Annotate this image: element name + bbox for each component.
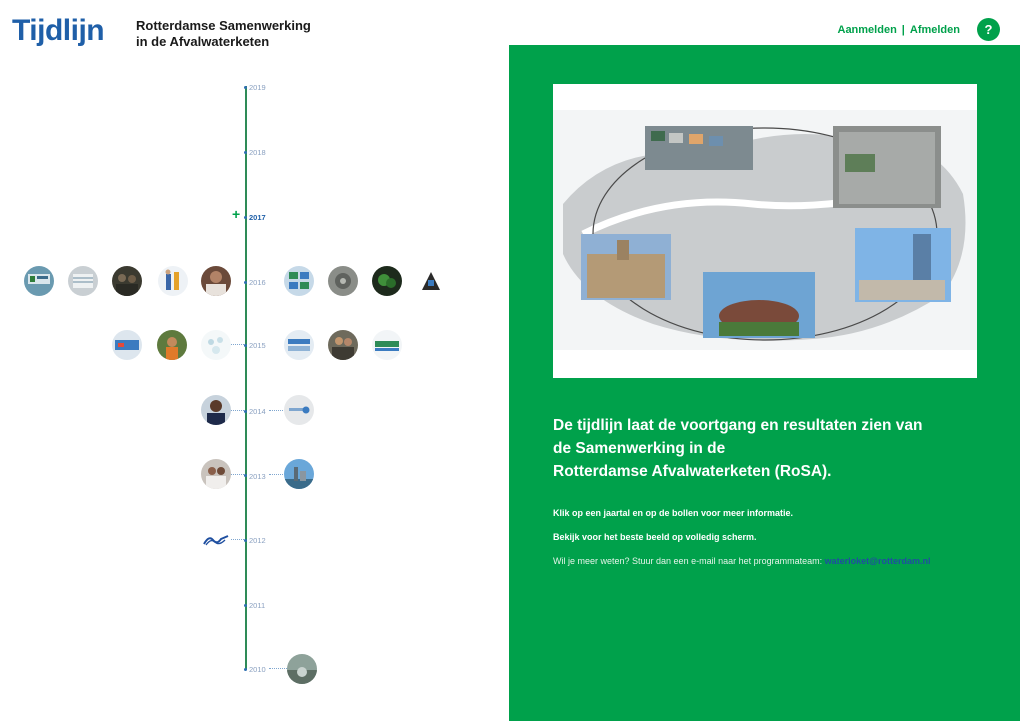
panel-heading-line2: de Samenwerking in de (553, 440, 726, 457)
connector-line (269, 668, 287, 669)
year-dot (244, 474, 247, 477)
logo-subtitle-line1: Rotterdamse Samenwerking (136, 18, 311, 33)
contact-label: Wil je meer weten? Stuur dan een e-mail … (553, 556, 823, 566)
year-2015[interactable]: 2015 (249, 341, 266, 350)
timeline-bubble[interactable] (112, 330, 142, 360)
timeline-bubble[interactable] (284, 266, 314, 296)
timeline-axis (245, 86, 247, 670)
timeline-bubble[interactable] (328, 330, 358, 360)
year-2010[interactable]: 2010 (249, 665, 266, 674)
panel-heading-line3: Rotterdamse Afvalwaterketen (RoSA). (553, 463, 832, 480)
rosa-logo-icon[interactable] (203, 533, 229, 546)
year-dot (244, 539, 247, 542)
connector-line (231, 410, 244, 411)
year-2011[interactable]: 2011 (249, 601, 265, 610)
connector-line (269, 474, 283, 475)
timeline-bubble[interactable] (201, 459, 231, 489)
connector-line (231, 474, 244, 475)
year-2016[interactable]: 2016 (249, 278, 266, 287)
login-link[interactable]: Aanmelden (838, 24, 897, 36)
timeline-bubble[interactable] (372, 266, 402, 296)
app-root: Tijdlijn Rotterdamse Samenwerking in de … (0, 0, 1020, 721)
timeline-bubble[interactable] (112, 266, 142, 296)
year-2019[interactable]: 2019 (249, 83, 266, 92)
year-dot (244, 216, 247, 219)
year-dot (244, 604, 247, 607)
year-dot (244, 281, 247, 284)
auth-separator: | (901, 24, 905, 36)
timeline-bubble[interactable] (201, 330, 231, 360)
timeline-bubble[interactable] (372, 330, 402, 360)
year-dot (244, 410, 247, 413)
year-dot (244, 344, 247, 347)
timeline-bubble[interactable] (157, 330, 187, 360)
panel-heading-line1: De tijdlijn laat de voortgang en resulta… (553, 417, 923, 434)
connector-line (269, 410, 283, 411)
timeline-bubble[interactable] (287, 654, 317, 684)
timeline-bubble[interactable] (68, 266, 98, 296)
year-2012[interactable]: 2012 (249, 536, 266, 545)
year-dot (244, 86, 247, 89)
connector-line (231, 344, 244, 345)
auth-links: Aanmelden | Afmelden (838, 24, 961, 36)
timeline-bubble[interactable] (284, 395, 314, 425)
fullscreen-hint: Bekijk voor het beste beeld op volledig … (553, 532, 757, 542)
year-2013[interactable]: 2013 (249, 472, 266, 481)
year-dot (244, 668, 247, 671)
year-dot (244, 151, 247, 154)
timeline-bubble[interactable] (201, 266, 231, 296)
year-2017[interactable]: 2017 (249, 213, 266, 222)
year-2014[interactable]: 2014 (249, 407, 266, 416)
connector-line (231, 539, 244, 540)
logo-subtitle-line2: in de Afvalwaterketen (136, 34, 270, 49)
help-button[interactable]: ? (977, 18, 1000, 41)
timeline-bubble[interactable] (416, 266, 446, 296)
instruction-text: Klik op een jaartal en op de bollen voor… (553, 508, 794, 518)
contact-email-link[interactable]: waterloket@rotterdam.nl (825, 556, 931, 566)
expand-icon[interactable]: + (232, 207, 240, 221)
timeline-bubble[interactable] (24, 266, 54, 296)
panel-heading: De tijdlijn laat de voortgang en resulta… (553, 414, 973, 483)
timeline-bubble[interactable] (328, 266, 358, 296)
timeline-bubble[interactable] (201, 395, 231, 425)
logo-title: Tijdlijn (12, 14, 105, 47)
logout-link[interactable]: Afmelden (910, 24, 960, 36)
info-panel: De tijdlijn laat de voortgang en resulta… (509, 45, 1020, 721)
timeline-bubble[interactable] (284, 459, 314, 489)
timeline-bubble[interactable] (284, 330, 314, 360)
contact-text: Wil je meer weten? Stuur dan een e-mail … (553, 556, 930, 566)
hero-image (553, 84, 977, 378)
timeline-bubble[interactable] (158, 266, 188, 296)
year-2018[interactable]: 2018 (249, 148, 266, 157)
logo-subtitle: Rotterdamse Samenwerking in de Afvalwate… (136, 18, 311, 50)
